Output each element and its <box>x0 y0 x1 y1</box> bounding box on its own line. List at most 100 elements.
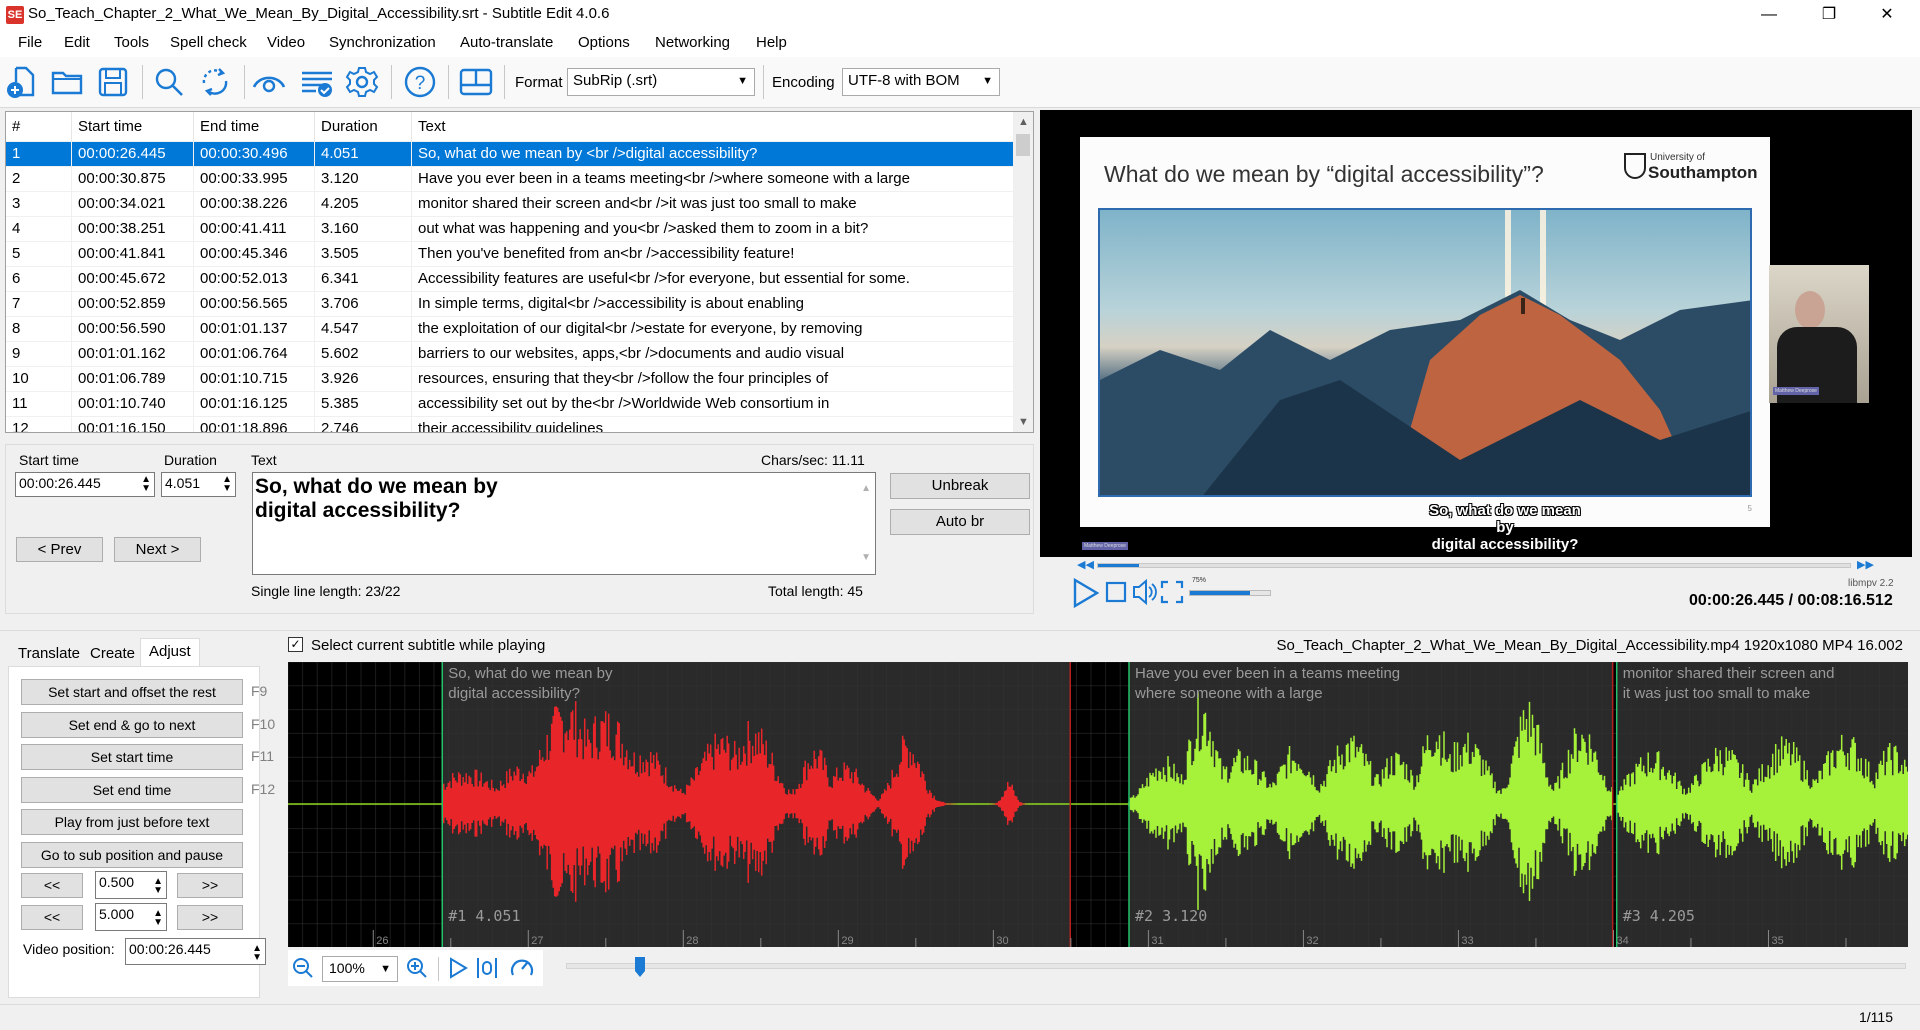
waveform-subtitle-text: where someone with a large <box>1134 685 1323 702</box>
column-header-end[interactable]: End time <box>194 112 315 141</box>
table-row[interactable]: 7 00:00:52.859 00:00:56.565 3.706 In simple … <box>6 292 1014 317</box>
next-button[interactable]: Next > <box>114 537 201 562</box>
adjust-button[interactable]: Set start and offset the rest <box>21 679 243 705</box>
volume-slider[interactable] <box>1189 590 1271 596</box>
new-file-icon[interactable] <box>4 65 38 99</box>
menu-file[interactable]: File <box>18 34 42 51</box>
step-large-input[interactable]: 5.000 ▲ ▼ <box>95 903 167 931</box>
video-position-input[interactable]: 00:00:26.445 ▲ ▼ <box>125 938 266 965</box>
table-row[interactable]: 5 00:00:41.841 00:00:45.346 3.505 Then you'v… <box>6 242 1014 267</box>
step-forward-small-button[interactable]: >> <box>177 873 243 898</box>
table-row[interactable]: 8 00:00:56.590 00:01:01.137 4.547 the exploi… <box>6 317 1014 342</box>
menu-options[interactable]: Options <box>578 34 630 51</box>
adjust-button[interactable]: Set start time <box>21 744 243 770</box>
visual-sync-icon[interactable] <box>252 65 286 99</box>
column-header-number[interactable]: # <box>6 112 72 141</box>
spinner-icon[interactable]: ▲ ▼ <box>153 909 163 928</box>
spell-check-icon[interactable] <box>300 65 334 99</box>
scroll-down-icon[interactable]: ▼ <box>861 546 871 570</box>
prev-button[interactable]: < Prev <box>16 537 103 562</box>
play-icon[interactable] <box>1071 577 1101 609</box>
select-current-checkbox[interactable]: ✓ <box>288 637 303 652</box>
waveform-position-slider[interactable] <box>566 963 1906 969</box>
spinner-icon[interactable]: ▲ ▼ <box>141 475 151 494</box>
column-header-start[interactable]: Start time <box>72 112 194 141</box>
auto-br-button[interactable]: Auto br <box>890 509 1030 535</box>
grid-scrollbar[interactable]: ▲ ▼ <box>1013 112 1033 432</box>
audio-waveform[interactable]: So, what do we mean by digital accessibil… <box>288 662 1908 947</box>
spinner-icon[interactable]: ▲ ▼ <box>252 944 262 963</box>
stop-icon[interactable] <box>1105 581 1127 603</box>
duration-input[interactable]: 4.051 ▲ ▼ <box>161 472 236 497</box>
menu-video[interactable]: Video <box>267 34 305 51</box>
open-folder-icon[interactable] <box>50 65 84 99</box>
table-row[interactable]: 2 00:00:30.875 00:00:33.995 3.120 Have you e… <box>6 167 1014 192</box>
find-icon[interactable] <box>152 65 186 99</box>
menu-synchronization[interactable]: Synchronization <box>329 34 436 51</box>
scroll-up-icon[interactable]: ▲ <box>861 477 871 501</box>
fullscreen-icon[interactable] <box>1160 580 1184 604</box>
adjust-button[interactable]: Set end & go to next <box>21 711 243 738</box>
settings-icon[interactable] <box>345 65 379 99</box>
zoom-select[interactable]: 100% ▼ <box>322 956 398 982</box>
step-small-input[interactable]: 0.500 ▲ ▼ <box>95 871 167 899</box>
table-row[interactable]: 6 00:00:45.672 00:00:52.013 6.341 Accessibil… <box>6 267 1014 292</box>
cell-number: 6 <box>6 267 72 291</box>
close-button[interactable]: ✕ <box>1858 0 1916 29</box>
play-waveform-icon[interactable] <box>447 956 469 980</box>
zoom-in-icon[interactable] <box>405 956 429 980</box>
column-header-duration[interactable]: Duration <box>315 112 412 141</box>
subtitle-text-input[interactable]: So, what do we mean by digital accessibi… <box>252 472 876 575</box>
encoding-select[interactable]: UTF-8 with BOM ▼ <box>842 68 1000 96</box>
column-header-text[interactable]: Text <box>412 112 1014 141</box>
video-player[interactable]: What do we mean by “digital accessibilit… <box>1040 110 1912 557</box>
start-time-input[interactable]: 00:00:26.445 ▲ ▼ <box>15 472 155 497</box>
ruler-label: 26 <box>376 935 388 947</box>
video-seek-bar[interactable] <box>1097 563 1851 568</box>
scroll-thumb[interactable] <box>1016 134 1030 156</box>
save-icon[interactable] <box>96 65 130 99</box>
waveform-slider-thumb[interactable] <box>634 956 646 978</box>
adjust-button[interactable]: Set end time <box>21 776 243 803</box>
tab-translate[interactable]: Translate <box>10 641 88 666</box>
minimize-button[interactable]: — <box>1740 0 1798 29</box>
spinner-icon[interactable]: ▲ ▼ <box>153 877 163 896</box>
menu-tools[interactable]: Tools <box>114 34 149 51</box>
spinner-icon[interactable]: ▲ ▼ <box>222 475 232 494</box>
zoom-out-icon[interactable] <box>291 956 315 980</box>
step-back-large-button[interactable]: << <box>21 905 83 930</box>
menu-spell-check[interactable]: Spell check <box>170 34 247 51</box>
playback-speed-icon[interactable] <box>509 955 535 981</box>
table-row[interactable]: 12 00:01:16.150 00:01:18.896 2.746 their acc… <box>6 417 1014 432</box>
menu-edit[interactable]: Edit <box>64 34 90 51</box>
table-row[interactable]: 4 00:00:38.251 00:00:41.411 3.160 out what w… <box>6 217 1014 242</box>
unbreak-button[interactable]: Unbreak <box>890 473 1030 499</box>
rewind-icon[interactable]: ◀◀ <box>1077 558 1094 571</box>
layout-icon[interactable] <box>459 65 493 99</box>
menu-networking[interactable]: Networking <box>655 34 730 51</box>
table-row[interactable]: 1 00:00:26.445 00:00:30.496 4.051 So, what d… <box>6 142 1014 167</box>
tab-adjust[interactable]: Adjust <box>140 638 200 667</box>
volume-icon[interactable] <box>1131 578 1157 606</box>
maximize-button[interactable]: ❐ <box>1800 0 1858 29</box>
scroll-down-icon[interactable]: ▼ <box>1018 416 1029 428</box>
fast-forward-icon[interactable]: ▶▶ <box>1857 558 1874 571</box>
step-forward-large-button[interactable]: >> <box>177 905 243 930</box>
format-select[interactable]: SubRip (.srt) ▼ <box>567 68 755 96</box>
table-row[interactable]: 10 00:01:06.789 00:01:10.715 3.926 resources… <box>6 367 1014 392</box>
table-row[interactable]: 9 00:01:01.162 00:01:06.764 5.602 barriers t… <box>6 342 1014 367</box>
scroll-up-icon[interactable]: ▲ <box>1018 116 1029 128</box>
replace-icon[interactable] <box>198 65 232 99</box>
help-icon[interactable]: ? <box>403 65 437 99</box>
adjust-button[interactable]: Play from just before text <box>21 809 243 835</box>
table-row[interactable]: 11 00:01:10.740 00:01:16.125 5.385 accessibi… <box>6 392 1014 417</box>
table-row[interactable]: 3 00:00:34.021 00:00:38.226 4.205 monitor sh… <box>6 192 1014 217</box>
subtitle-grid[interactable]: # Start time End time Duration Text 1 00:… <box>5 111 1034 433</box>
menu-help[interactable]: Help <box>756 34 787 51</box>
adjust-button[interactable]: Go to sub position and pause <box>21 841 243 868</box>
menu-auto-translate[interactable]: Auto-translate <box>460 34 553 51</box>
presenter-head <box>1795 291 1825 329</box>
step-back-small-button[interactable]: << <box>21 873 83 898</box>
tab-create[interactable]: Create <box>82 641 143 666</box>
play-selection-icon[interactable] <box>475 956 499 980</box>
